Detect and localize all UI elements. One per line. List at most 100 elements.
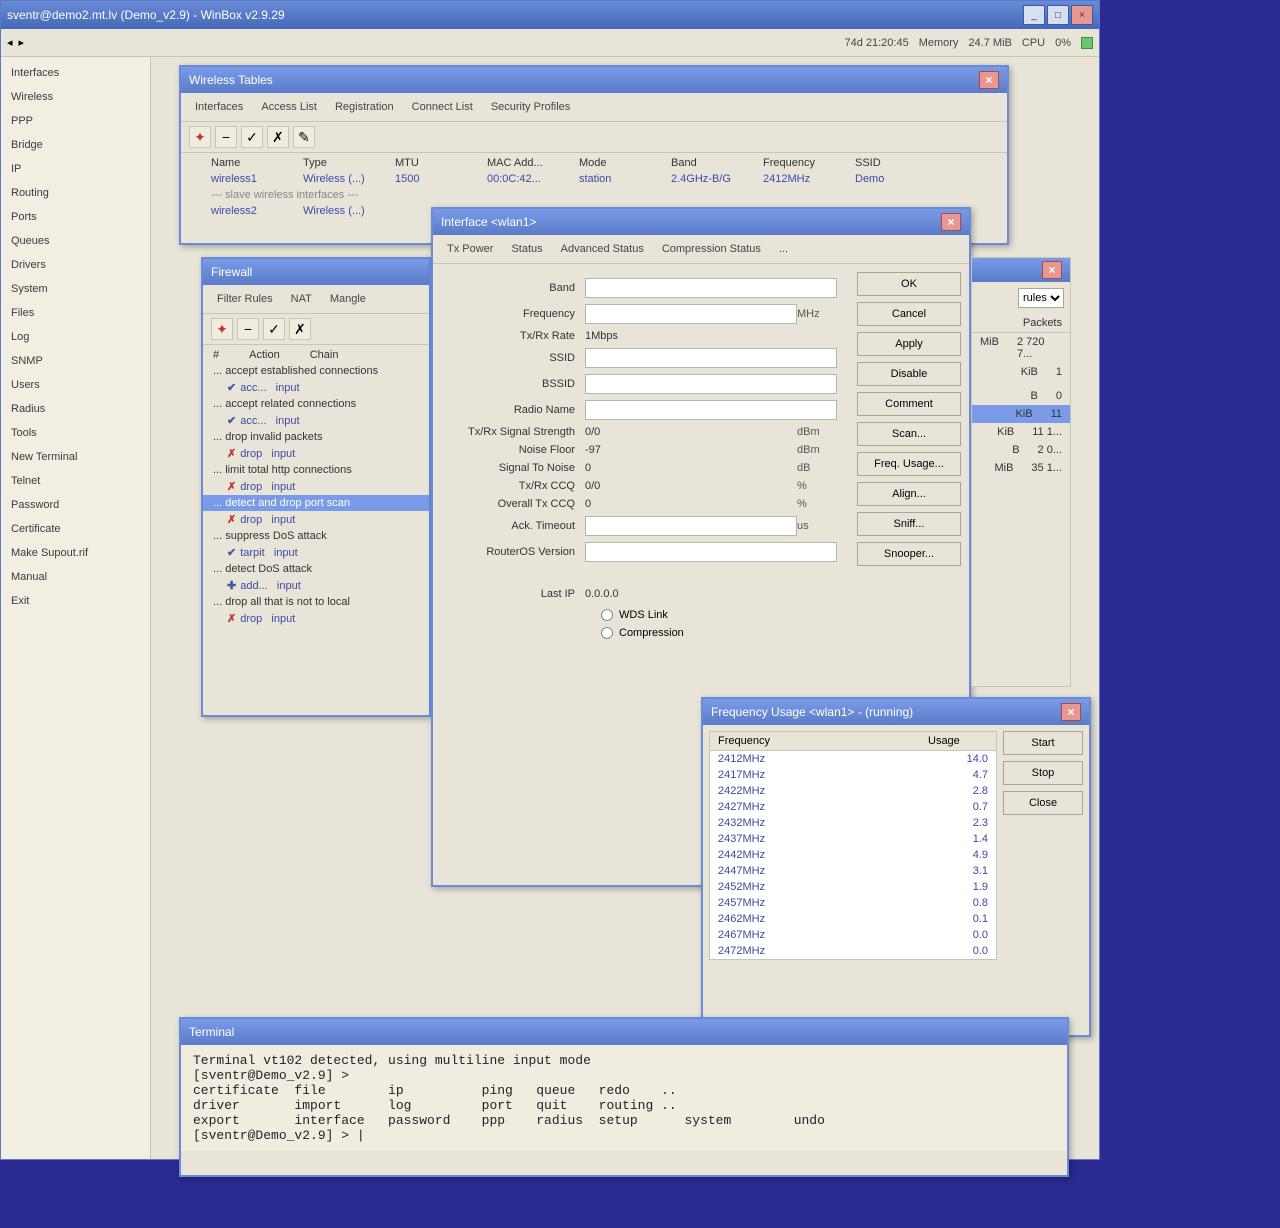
tab-mangle[interactable]: Mangle: [326, 291, 370, 307]
add-icon[interactable]: ✦: [189, 126, 211, 148]
freq-row[interactable]: 2472MHz0.0: [710, 943, 996, 959]
stats-row[interactable]: B0: [972, 387, 1070, 405]
firewall-rule-comment[interactable]: ... drop invalid packets: [203, 429, 429, 445]
tab-registration[interactable]: Registration: [331, 99, 398, 115]
stats-row[interactable]: B2 0...: [972, 441, 1070, 459]
freq-row[interactable]: 2417MHz4.7: [710, 767, 996, 783]
tab-interfaces[interactable]: Interfaces: [191, 99, 247, 115]
close-button[interactable]: ×: [1071, 5, 1093, 25]
remove-icon[interactable]: −: [237, 318, 259, 340]
sniff--button[interactable]: Sniff...: [857, 512, 961, 536]
freq-row[interactable]: 2452MHz1.9: [710, 879, 996, 895]
firewall-rule-comment[interactable]: ... limit total http connections: [203, 462, 429, 478]
sidebar-item-interfaces[interactable]: Interfaces: [1, 61, 150, 85]
stats-row[interactable]: KiB1: [972, 363, 1070, 381]
sidebar-item-files[interactable]: Files: [1, 301, 150, 325]
disable-icon[interactable]: ✗: [289, 318, 311, 340]
sidebar-item-radius[interactable]: Radius: [1, 397, 150, 421]
cancel-button[interactable]: Cancel: [857, 302, 961, 326]
enable-icon[interactable]: ✓: [263, 318, 285, 340]
close-icon[interactable]: ×: [1042, 261, 1062, 279]
band-input[interactable]: [585, 278, 837, 298]
col-header[interactable]: SSID: [855, 157, 935, 169]
col-header[interactable]: Name: [211, 157, 291, 169]
sidebar-item-make-supout-rif[interactable]: Make Supout.rif: [1, 541, 150, 565]
sidebar-item-new-terminal[interactable]: New Terminal: [1, 445, 150, 469]
sidebar-item-manual[interactable]: Manual: [1, 565, 150, 589]
comment-icon[interactable]: ✎: [293, 126, 315, 148]
tab-access-list[interactable]: Access List: [257, 99, 321, 115]
freq-row[interactable]: 2412MHz14.0: [710, 751, 996, 767]
stop-button[interactable]: Stop: [1003, 761, 1083, 785]
tab-advanced-status[interactable]: Advanced Status: [557, 241, 648, 257]
tab-status[interactable]: Status: [507, 241, 546, 257]
remove-icon[interactable]: −: [215, 126, 237, 148]
add-icon[interactable]: ✦: [211, 318, 233, 340]
freq-usage--button[interactable]: Freq. Usage...: [857, 452, 961, 476]
tab-nat[interactable]: NAT: [287, 291, 316, 307]
firewall-rule-action[interactable]: ✔acc... input: [203, 379, 429, 396]
bssid-input[interactable]: [585, 374, 837, 394]
sidebar-item-routing[interactable]: Routing: [1, 181, 150, 205]
tab-filter-rules[interactable]: Filter Rules: [213, 291, 277, 307]
sidebar-item-drivers[interactable]: Drivers: [1, 253, 150, 277]
col-header[interactable]: Action: [249, 349, 280, 361]
table-row[interactable]: --- slave wireless interfaces ---: [181, 187, 1007, 203]
firewall-rule-action[interactable]: ✚add... input: [203, 577, 429, 594]
col-header[interactable]: MTU: [395, 157, 475, 169]
sidebar-item-log[interactable]: Log: [1, 325, 150, 349]
align--button[interactable]: Align...: [857, 482, 961, 506]
firewall-rule-comment[interactable]: ... detect DoS attack: [203, 561, 429, 577]
firewall-rule-action[interactable]: ✔acc... input: [203, 412, 429, 429]
stats-row[interactable]: KiB11 1...: [972, 423, 1070, 441]
firewall-rule-comment[interactable]: ... suppress DoS attack: [203, 528, 429, 544]
maximize-button[interactable]: □: [1047, 5, 1069, 25]
disable-icon[interactable]: ✗: [267, 126, 289, 148]
close-icon[interactable]: ×: [979, 71, 999, 89]
ros-input[interactable]: [585, 542, 837, 562]
comment-button[interactable]: Comment: [857, 392, 961, 416]
freq-row[interactable]: 2447MHz3.1: [710, 863, 996, 879]
stats-row[interactable]: MiB2 720 7...: [972, 333, 1070, 363]
close-icon[interactable]: ×: [941, 213, 961, 231]
firewall-rule-comment[interactable]: ... drop all that is not to local: [203, 594, 429, 610]
freq-row[interactable]: 2422MHz2.8: [710, 783, 996, 799]
sidebar-item-certificate[interactable]: Certificate: [1, 517, 150, 541]
tab--[interactable]: ...: [775, 241, 792, 257]
freq-row[interactable]: 2442MHz4.9: [710, 847, 996, 863]
tab-compression-status[interactable]: Compression Status: [658, 241, 765, 257]
freq-row[interactable]: 2437MHz1.4: [710, 831, 996, 847]
firewall-rule-comment[interactable]: ... detect and drop port scan: [203, 495, 429, 511]
tab-connect-list[interactable]: Connect List: [408, 99, 477, 115]
radio-name-input[interactable]: [585, 400, 837, 420]
col-header[interactable]: Mode: [579, 157, 659, 169]
scan--button[interactable]: Scan...: [857, 422, 961, 446]
stats-row[interactable]: KiB11: [972, 405, 1070, 423]
snooper--button[interactable]: Snooper...: [857, 542, 961, 566]
sidebar-item-wireless[interactable]: Wireless: [1, 85, 150, 109]
freq-row[interactable]: 2467MHz0.0: [710, 927, 996, 943]
stats-row[interactable]: MiB35 1...: [972, 459, 1070, 477]
close-button[interactable]: Close: [1003, 791, 1083, 815]
firewall-rule-action[interactable]: ✗drop input: [203, 478, 429, 495]
forward-icon[interactable]: ▸: [19, 36, 25, 49]
ack-input[interactable]: [585, 516, 797, 536]
col-header[interactable]: Type: [303, 157, 383, 169]
tab-tx-power[interactable]: Tx Power: [443, 241, 497, 257]
sidebar-item-bridge[interactable]: Bridge: [1, 133, 150, 157]
ssid-input[interactable]: [585, 348, 837, 368]
sidebar-item-telnet[interactable]: Telnet: [1, 469, 150, 493]
firewall-rule-comment[interactable]: ... accept related connections: [203, 396, 429, 412]
minimize-button[interactable]: _: [1023, 5, 1045, 25]
firewall-rule-action[interactable]: ✗drop input: [203, 445, 429, 462]
back-icon[interactable]: ◂: [7, 36, 13, 49]
col-header[interactable]: Chain: [310, 349, 339, 361]
radio-icon[interactable]: [601, 609, 613, 621]
sidebar-item-snmp[interactable]: SNMP: [1, 349, 150, 373]
radio-icon[interactable]: [601, 627, 613, 639]
sidebar-item-users[interactable]: Users: [1, 373, 150, 397]
freq-row[interactable]: 2432MHz2.3: [710, 815, 996, 831]
frequency-input[interactable]: [585, 304, 797, 324]
ok-button[interactable]: OK: [857, 272, 961, 296]
freq-row[interactable]: 2462MHz0.1: [710, 911, 996, 927]
